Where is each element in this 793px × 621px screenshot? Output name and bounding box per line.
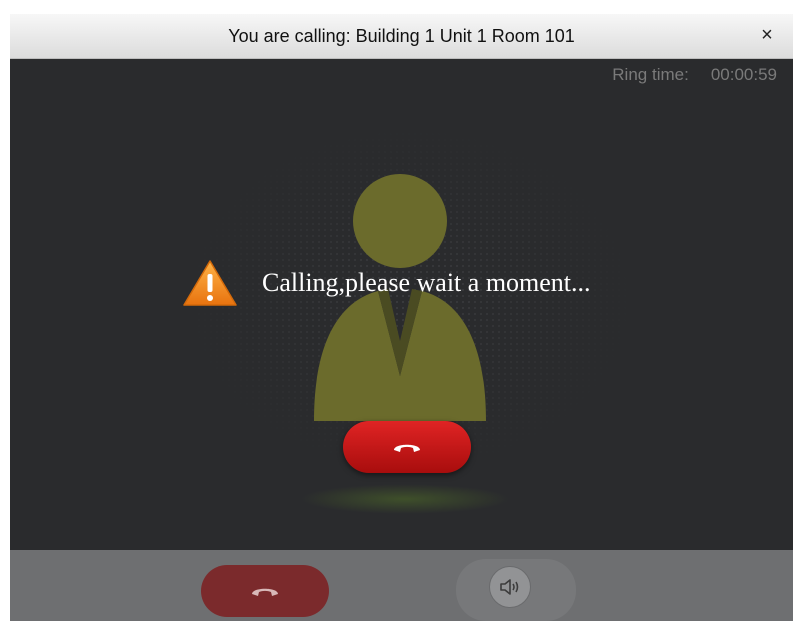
call-window: You are calling: Building 1 Unit 1 Room …	[10, 14, 793, 621]
speaker-button[interactable]	[489, 566, 531, 608]
speaker-icon	[500, 579, 519, 595]
hang-up-phone-icon	[252, 588, 278, 596]
hang-up-button-toolbar[interactable]	[201, 565, 329, 617]
ring-time-value: 00:00:59	[710, 65, 777, 84]
ring-time-label: Ring time:	[612, 65, 689, 84]
call-content-area: Ring time: 00:00:59 Calling,please wait …	[10, 59, 793, 550]
calling-status: Calling,please wait a moment...	[182, 259, 591, 307]
title-bar: You are calling: Building 1 Unit 1 Room …	[10, 14, 793, 59]
bottom-toolbar	[10, 550, 793, 621]
warning-icon	[183, 260, 237, 306]
window-title: You are calling: Building 1 Unit 1 Room …	[228, 26, 575, 46]
ring-time: Ring time: 00:00:59	[612, 65, 777, 85]
status-message: Calling,please wait a moment...	[262, 268, 591, 297]
hang-up-phone-icon	[394, 444, 420, 452]
hang-up-button[interactable]	[343, 421, 471, 473]
close-icon[interactable]: ×	[757, 25, 777, 45]
